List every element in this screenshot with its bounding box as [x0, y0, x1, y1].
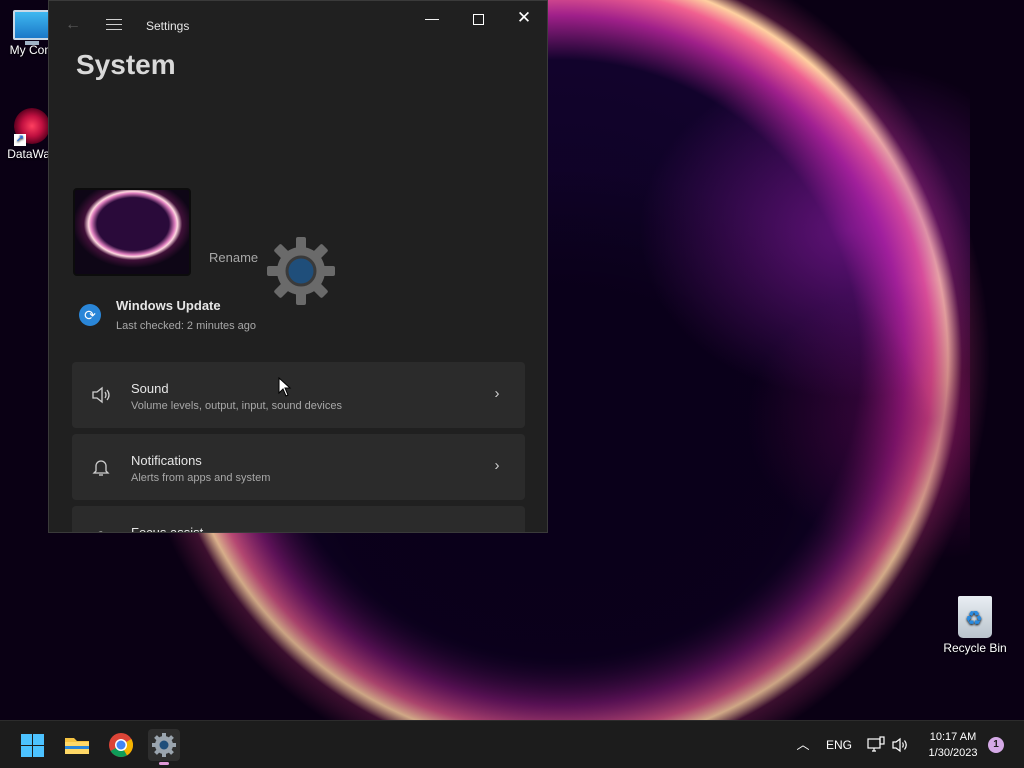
start-icon: [21, 734, 32, 745]
chevron-right-icon: ›: [494, 457, 500, 474]
card-subtitle: Volume levels, output, input, sound devi…: [131, 400, 342, 412]
taskbar: ︿ ENG 10:17 AM 1/30/2023 1: [0, 720, 1024, 768]
card-title: Notifications: [131, 453, 202, 468]
mouse-cursor-icon: [278, 377, 292, 397]
menu-line: [106, 24, 122, 25]
settings-card-notifications[interactable]: Notifications Alerts from apps and syste…: [72, 434, 525, 500]
speaker-icon: [90, 384, 112, 406]
start-icon-pane: [21, 746, 32, 757]
menu-line: [106, 19, 122, 20]
datawag-shortcut-icon: ↗: [14, 108, 50, 146]
back-button[interactable]: ←: [63, 15, 83, 35]
recycle-bin-icon: [958, 596, 992, 638]
taskbar-file-explorer[interactable]: [61, 729, 93, 761]
close-button[interactable]: ✕: [501, 7, 547, 29]
loading-gear-icon: [267, 237, 335, 305]
menu-line: [106, 29, 122, 30]
start-button[interactable]: [16, 729, 48, 761]
taskbar-chrome[interactable]: [105, 729, 137, 761]
show-hidden-icons-button[interactable]: ︿: [794, 736, 812, 754]
network-icon[interactable]: [866, 735, 886, 755]
maximize-icon: [472, 13, 484, 25]
windows-update-status: Last checked: 2 minutes ago: [116, 320, 257, 332]
desktop-preview-thumbnail: [73, 188, 191, 276]
rename-link[interactable]: Rename: [209, 250, 258, 265]
minimize-button[interactable]: —: [409, 7, 455, 29]
clock-time: 10:17 AM: [929, 731, 977, 743]
clock-date: 1/30/2023: [928, 747, 978, 759]
system-clock[interactable]: 10:17 AM 1/30/2023: [918, 729, 988, 761]
taskbar-settings[interactable]: [148, 729, 180, 765]
file-explorer-icon: [65, 738, 89, 754]
chevron-right-icon: ›: [494, 385, 500, 402]
card-subtitle: Alerts from apps and system: [131, 472, 271, 484]
chrome-icon: [109, 733, 134, 758]
start-icon-pane: [33, 734, 44, 745]
card-title: Focus assist: [131, 525, 204, 533]
windows-update-icon: ⟳: [79, 304, 101, 326]
title-bar[interactable]: ← Settings — ✕: [49, 1, 547, 51]
desktop-icon-recycle-bin[interactable]: Recycle Bin: [935, 596, 1015, 655]
shortcut-arrow-icon: ↗: [14, 134, 26, 146]
settings-card-sound[interactable]: Sound Volume levels, output, input, soun…: [72, 362, 525, 428]
window-title: Settings: [146, 19, 190, 33]
desktop-icon-label: Recycle Bin: [943, 641, 1007, 655]
notification-center-badge[interactable]: 1: [988, 737, 1004, 753]
active-app-indicator: [159, 762, 169, 765]
volume-icon[interactable]: [890, 735, 910, 755]
settings-icon: [152, 733, 176, 757]
start-icon-pane: [33, 746, 44, 757]
bell-icon: [90, 456, 112, 478]
card-title: Sound: [131, 381, 169, 396]
hamburger-menu-button[interactable]: [103, 15, 125, 35]
page-title: System: [76, 49, 176, 80]
computer-icon: [13, 10, 51, 45]
settings-card-focus-assist[interactable]: ☾ Focus assist: [72, 506, 525, 533]
maximize-button[interactable]: [455, 7, 501, 29]
settings-window: ← Settings — ✕ System Rename ⟳ Windows U…: [48, 0, 548, 533]
moon-icon: ☾: [90, 528, 112, 532]
windows-update-title[interactable]: Windows Update: [116, 298, 221, 313]
input-language-indicator[interactable]: ENG: [826, 738, 852, 752]
